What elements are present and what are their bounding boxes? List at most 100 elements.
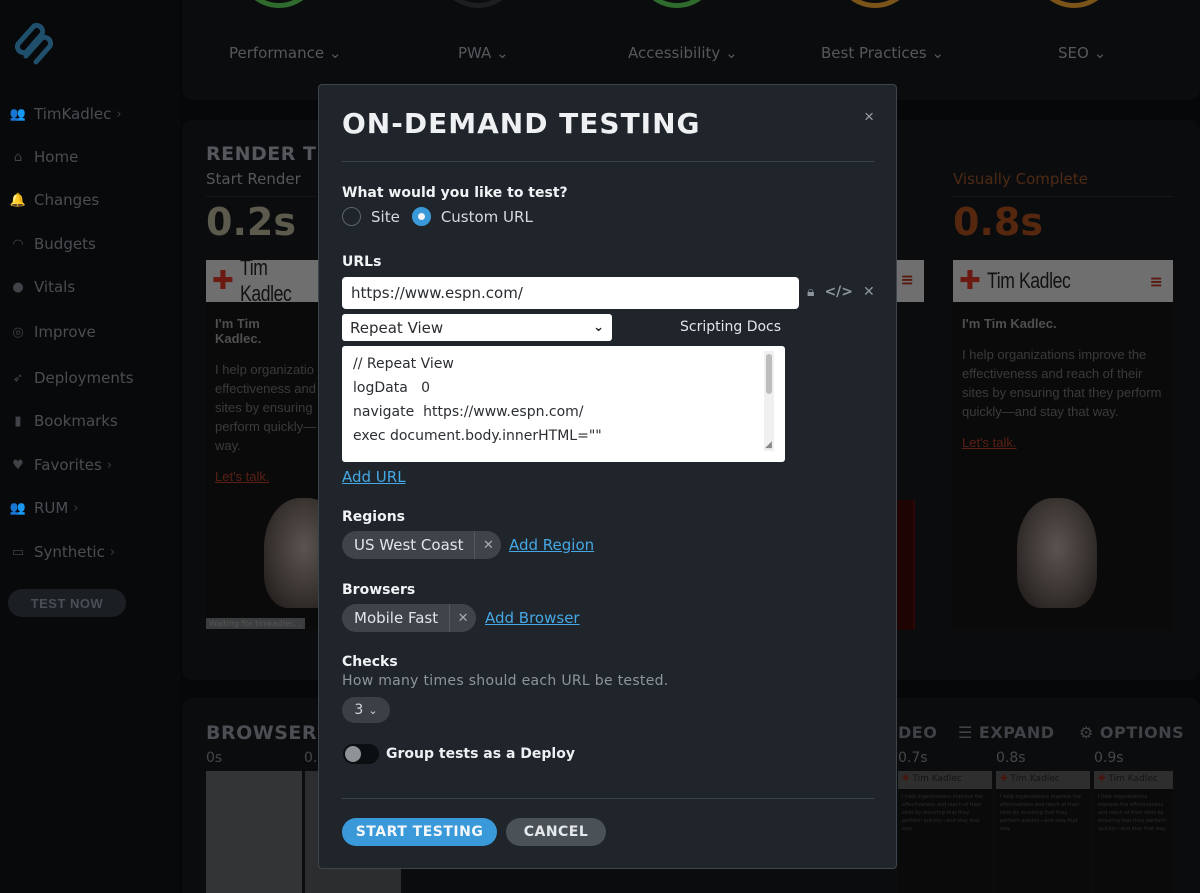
list-icon: ☰ xyxy=(958,723,973,742)
home-icon: ⌂ xyxy=(13,149,23,165)
scripting-docs-link[interactable]: Scripting Docs xyxy=(680,319,781,335)
divider xyxy=(342,161,874,162)
sidebar-item-rum[interactable]: 👥 RUM › xyxy=(10,499,79,517)
sidebar-item-bookmarks[interactable]: ▮ Bookmarks xyxy=(10,412,118,430)
filmstrip-screenshot-start-render[interactable]: ✚ Tim Kadlec I'm Tim Kadlec. I help orga… xyxy=(206,260,318,630)
score-label-pwa[interactable]: PWA ⌄ xyxy=(458,44,509,62)
sidebar-item-favorites[interactable]: ♥ Favorites › xyxy=(10,456,112,474)
add-region-link[interactable]: Add Region xyxy=(509,536,594,554)
url-actions: 🔒︎ </> ✕ xyxy=(807,284,875,300)
add-url-link[interactable]: Add URL xyxy=(342,468,406,486)
test-now-button[interactable]: TEST NOW xyxy=(8,589,126,617)
filmstrip-screenshot-visually-complete[interactable]: ✚ Tim Kadlec ≡ I'm Tim Kadlec. I help or… xyxy=(953,260,1173,630)
hamburger-icon: ≡ xyxy=(1149,271,1163,291)
chevron-down-icon: ⌄ xyxy=(593,320,604,335)
score-label-performance[interactable]: Performance ⌄ xyxy=(229,44,341,62)
plus-logo-icon: ✚ xyxy=(959,266,981,296)
sidebar: 👥 TimKadlec › ⌂ Home 🔔 Changes ◠ Budgets… xyxy=(0,0,180,893)
portrait-image xyxy=(264,498,318,608)
chevron-down-icon: ⌄ xyxy=(725,44,738,62)
chevron-down-icon: ⌄ xyxy=(931,44,945,62)
url-input[interactable] xyxy=(342,277,799,309)
remove-browser-icon[interactable]: ✕ xyxy=(450,611,476,626)
sidebar-item-synthetic[interactable]: ▭ Synthetic › xyxy=(10,543,115,561)
resize-handle-icon[interactable]: ◢ xyxy=(765,440,772,450)
sidebar-item-vitals[interactable]: ● Vitals xyxy=(10,278,75,296)
gear-icon: ⚙ xyxy=(1079,723,1094,742)
code-icon[interactable]: </> xyxy=(824,284,853,300)
cancel-button[interactable]: CANCEL xyxy=(506,818,606,846)
bell-icon: 🔔 xyxy=(9,192,27,208)
sidebar-item-home[interactable]: ⌂ Home xyxy=(10,148,78,166)
region-chip: US West Coast ✕ xyxy=(342,531,502,559)
chevron-down-icon: ⌄ xyxy=(496,44,509,62)
render-times-title: RENDER TI xyxy=(206,143,325,165)
sidebar-item-label: Budgets xyxy=(34,235,96,253)
filmstrip-frame[interactable]: ✚ Tim Kadlec I help organizations improve… xyxy=(1094,771,1173,893)
start-render-value: 0.2s xyxy=(206,200,296,244)
test-type-radio-group: Site Custom URL xyxy=(342,207,545,226)
remove-region-icon[interactable]: ✕ xyxy=(475,538,501,553)
checks-select[interactable]: 3 ⌄ xyxy=(342,697,390,723)
group-deploy-toggle[interactable] xyxy=(343,744,379,764)
users-icon: 👥 xyxy=(9,500,27,516)
bookmark-icon: ▮ xyxy=(14,413,22,429)
score-label-best-practices[interactable]: Best Practices ⌄ xyxy=(821,44,944,62)
sidebar-item-improve[interactable]: ◎ Improve xyxy=(10,323,96,341)
divider xyxy=(342,798,874,799)
sidebar-item-changes[interactable]: 🔔 Changes xyxy=(10,191,99,209)
sidebar-item-label: Bookmarks xyxy=(34,412,118,430)
remove-url-icon[interactable]: ✕ xyxy=(863,284,875,300)
regions-label: Regions xyxy=(342,509,406,525)
sidebar-item-label: Deployments xyxy=(34,369,134,387)
test-type-label: What would you like to test? xyxy=(342,185,568,201)
chevron-down-icon: ⌄ xyxy=(368,703,378,717)
options-button[interactable]: ⚙ OPTIONS xyxy=(1079,723,1184,742)
score-label-accessibility[interactable]: Accessibility ⌄ xyxy=(628,44,738,62)
sidebar-item-deployments[interactable]: ➶ Deployments xyxy=(10,369,134,387)
divider xyxy=(206,196,316,197)
start-testing-button[interactable]: START TESTING xyxy=(342,818,497,846)
chevron-right-icon: › xyxy=(109,544,116,560)
divider xyxy=(953,196,1173,197)
radio-site-label[interactable]: Site xyxy=(371,208,400,226)
screenshot-red-strip xyxy=(897,500,915,630)
group-deploy-label: Group tests as a Deploy xyxy=(386,746,575,762)
radio-site[interactable] xyxy=(342,207,361,226)
sidebar-item-label: Home xyxy=(34,148,79,166)
filmstrip-frame[interactable]: ✚ Tim Kadlec I help organizations improve… xyxy=(996,771,1090,893)
sidebar-item-label: Vitals xyxy=(34,278,76,296)
sidebar-item-label: Improve xyxy=(34,323,96,341)
score-label-seo[interactable]: SEO ⌄ xyxy=(1058,44,1106,62)
filmstrip-frame[interactable] xyxy=(206,771,302,893)
score-ring-best-practices xyxy=(835,0,915,8)
heart-icon: ♥ xyxy=(12,457,24,473)
visually-complete-label: Visually Complete xyxy=(953,170,1088,188)
speedcurve-logo-icon[interactable] xyxy=(8,16,58,66)
radio-custom-url-label[interactable]: Custom URL xyxy=(441,208,533,226)
browsers-label: Browsers xyxy=(342,582,416,598)
script-scrollbar[interactable] xyxy=(764,351,774,451)
browser-title: BROWSER xyxy=(206,722,318,744)
pulse-icon: ● xyxy=(12,279,24,295)
radio-custom-url[interactable] xyxy=(411,207,431,226)
video-button[interactable]: DEO xyxy=(898,723,937,742)
target-icon: ◎ xyxy=(12,324,24,340)
sidebar-item-label: Favorites xyxy=(34,456,102,474)
filmstrip-tick: 0. xyxy=(304,750,318,766)
lock-icon[interactable]: 🔒︎ xyxy=(807,284,814,300)
score-ring-accessibility xyxy=(637,0,717,8)
filmstrip-frame[interactable]: ✚ Tim Kadlec I help organizations improve… xyxy=(898,771,992,893)
chevron-down-icon: ⌄ xyxy=(1093,44,1107,62)
on-demand-testing-modal: ON-DEMAND TESTING × What would you like … xyxy=(318,84,897,869)
expand-button[interactable]: ☰ EXPAND xyxy=(958,723,1055,742)
chevron-right-icon: › xyxy=(116,106,122,122)
script-type-select[interactable]: Repeat View ⌄ xyxy=(342,314,612,341)
score-ring-pwa xyxy=(438,0,518,8)
sidebar-item-budgets[interactable]: ◠ Budgets xyxy=(10,235,96,253)
sidebar-item-account[interactable]: 👥 TimKadlec › xyxy=(10,105,122,123)
sidebar-item-label: RUM xyxy=(34,499,69,517)
script-textarea[interactable]: // Repeat View logData 0 navigate https:… xyxy=(342,346,785,462)
add-browser-link[interactable]: Add Browser xyxy=(485,609,580,627)
close-icon[interactable]: × xyxy=(864,107,874,127)
